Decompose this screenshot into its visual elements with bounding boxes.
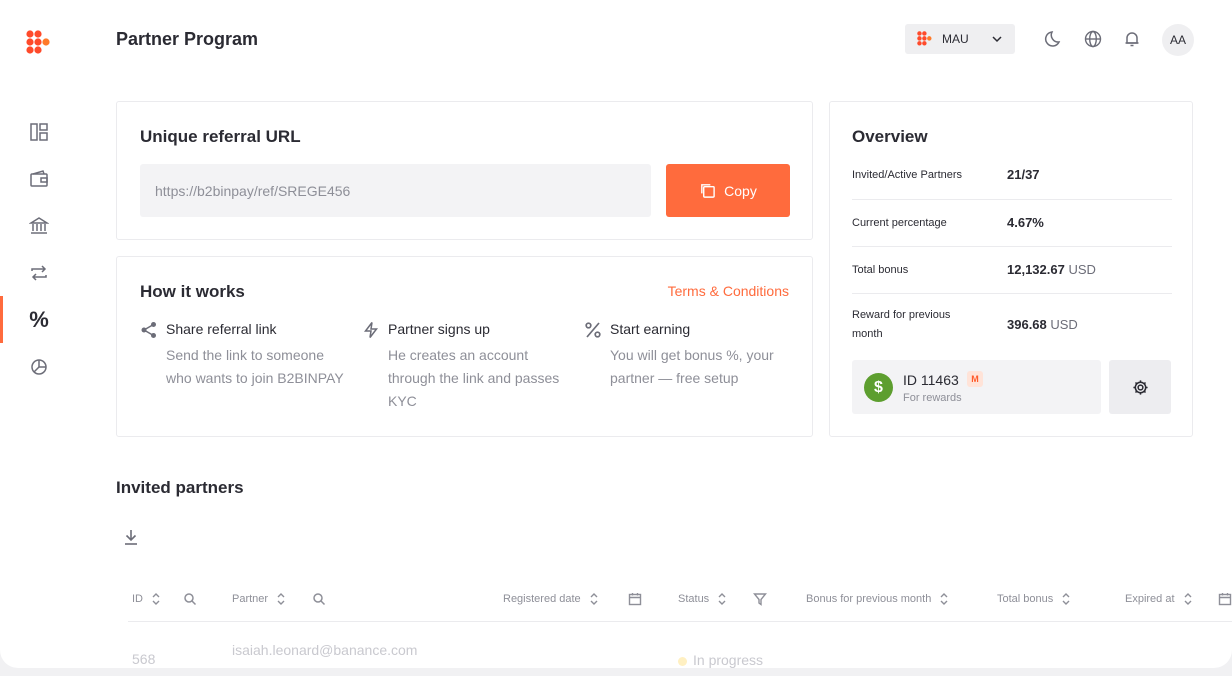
column-header-registered-date[interactable]: Registered date [503,592,599,606]
overview-row-percentage: Current percentage 4.67% [852,200,1172,247]
search-icon[interactable] [183,592,197,606]
search-icon[interactable] [312,592,326,606]
sort-icon [277,593,285,605]
referral-url-value: https://b2binpay/ref/SREGE456 [155,182,351,199]
download-icon[interactable] [122,528,140,546]
step-title: Partner signs up [388,321,490,337]
column-header-total-bonus[interactable]: Total bonus [997,592,1071,606]
overview-title: Overview [852,127,928,146]
reward-account-sublabel: For rewards [903,392,962,404]
sort-icon [590,593,598,605]
overview-row-total-bonus: Total bonus 12,132.67 USD [852,247,1172,294]
gear-icon [1132,379,1148,395]
overview-card: Overview Invited/Active Partners 21/37 C… [829,101,1193,437]
column-header-partner[interactable]: Partner [232,592,286,606]
percent-icon [585,322,601,338]
percent-icon: % [29,306,49,332]
table-cell-id: 568 [132,651,156,667]
how-it-works-card: How it works Terms & Conditions Share re… [116,256,813,437]
sort-icon [1184,593,1192,605]
account-badge: M [967,371,983,387]
reward-account-id: ID 11463 [903,372,959,388]
terms-link[interactable]: Terms & Conditions [668,283,789,299]
dollar-coin-icon: $ [864,373,893,402]
referral-card-title: Unique referral URL [140,127,301,146]
table-divider [128,621,1232,622]
copy-icon [701,184,715,198]
bank-icon [29,216,49,234]
moon-icon[interactable] [1044,29,1064,49]
logo-icon[interactable] [26,30,52,56]
sidebar-item-wallet[interactable] [0,155,78,202]
copy-button[interactable]: Copy [666,164,790,217]
table-cell-status: In progress [678,652,763,668]
overview-row-reward: Reward for previous month 396.68 USD [852,294,1172,352]
sidebar-item-dashboard[interactable] [0,108,78,155]
sort-icon [940,593,948,605]
overview-label: Reward for previous month [852,309,951,340]
account-selector-label: MAU [942,32,969,46]
column-header-status[interactable]: Status [678,592,727,606]
calendar-icon[interactable] [1218,592,1232,606]
page-title: Partner Program [116,29,259,49]
sidebar: % [0,108,78,390]
table-cell-partner[interactable]: isaiah.leonard@banance.com [232,642,417,658]
sidebar-item-exchange[interactable] [0,249,78,296]
reward-settings-button[interactable] [1109,360,1171,414]
step-title: Start earning [610,321,691,337]
reward-account[interactable]: $ ID 11463 M For rewards [852,360,1101,414]
overview-value: 396.68 USD [1007,317,1078,332]
sort-icon [1062,593,1070,605]
globe-icon[interactable] [1083,29,1103,49]
status-dot [678,656,687,666]
sort-icon [718,593,726,605]
app-window: % Partner Program MAU AA Unique referral [0,0,1232,668]
referral-url-card: Unique referral URL https://b2binpay/ref… [116,101,813,240]
share-icon [141,322,156,338]
step-description: Send the link to someone who wants to jo… [166,347,344,386]
copy-button-label: Copy [724,182,757,199]
sort-icon [152,593,160,605]
overview-row-partners: Invited/Active Partners 21/37 [852,152,1172,200]
avatar[interactable]: AA [1162,24,1194,56]
filter-icon[interactable] [753,592,767,606]
account-selector[interactable]: MAU [905,24,1015,54]
overview-value: 12,132.67 USD [1007,262,1096,277]
sidebar-item-analytics[interactable] [0,343,78,390]
column-header-expired-at[interactable]: Expired at [1125,592,1193,606]
calendar-icon[interactable] [628,592,642,606]
bell-icon[interactable] [1122,29,1142,49]
pie-chart-icon [31,358,47,375]
chevron-down-icon [992,36,1002,43]
exchange-icon [31,264,47,281]
wallet-icon [30,169,48,187]
invited-partners-title: Invited partners [116,478,244,497]
lightning-icon [363,322,379,338]
step-description: You will get bonus %, your partner — fre… [610,347,774,386]
column-header-id[interactable]: ID [132,592,161,606]
overview-value: 4.67% [1007,215,1044,230]
step-title: Share referral link [166,321,277,337]
sidebar-item-bank[interactable] [0,202,78,249]
overview-label: Total bonus [852,264,909,276]
overview-label: Current percentage [852,217,947,229]
referral-url-field[interactable]: https://b2binpay/ref/SREGE456 [140,164,651,217]
how-it-works-title: How it works [140,282,245,301]
sidebar-item-partner-program[interactable]: % [0,296,78,343]
dashboard-icon [30,122,48,141]
account-logo-icon [917,31,932,46]
column-header-bonus-previous-month[interactable]: Bonus for previous month [806,592,949,606]
overview-value: 21/37 [1007,167,1040,182]
step-description: He creates an account through the link a… [388,347,560,409]
overview-label: Invited/Active Partners [852,169,963,181]
